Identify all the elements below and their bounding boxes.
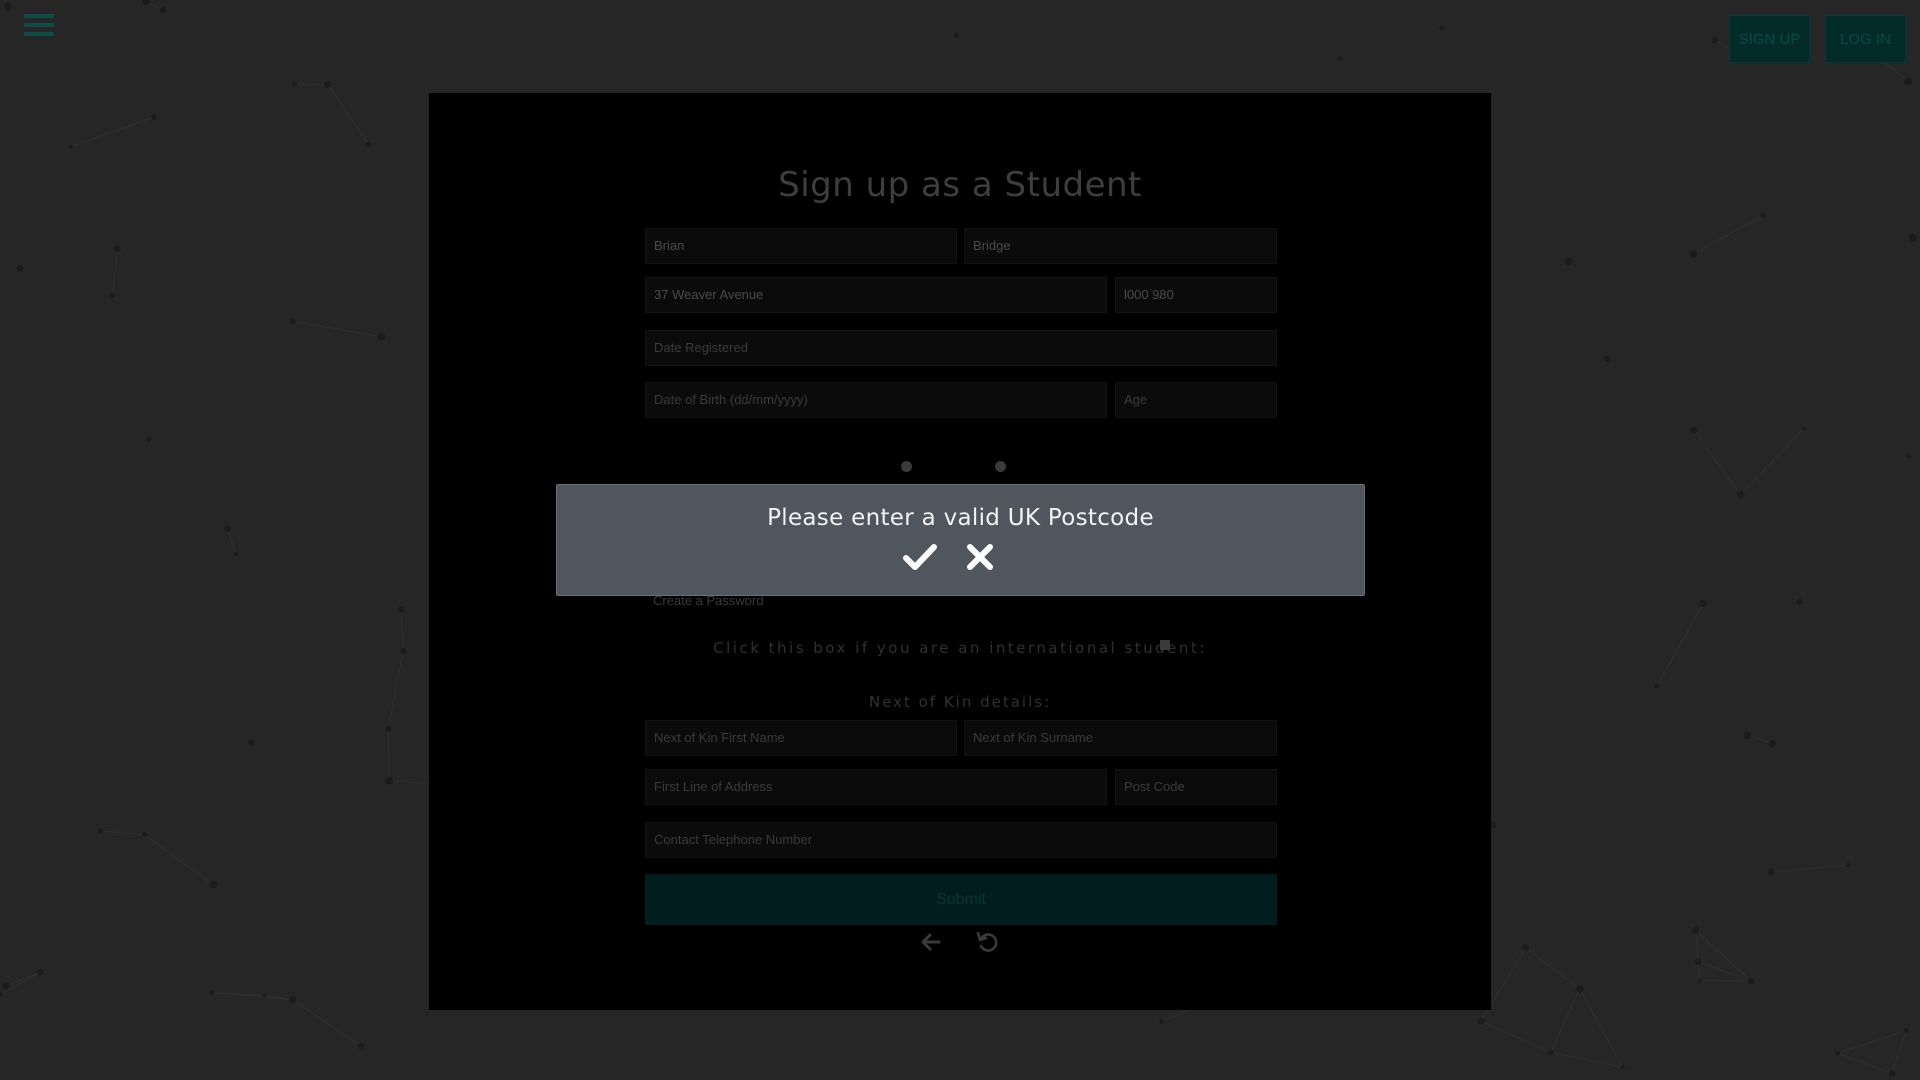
log-in-button[interactable]: LOG IN	[1825, 15, 1906, 63]
sign-up-button[interactable]: SIGN UP	[1729, 15, 1810, 63]
form-title: Sign up as a Student	[778, 165, 1142, 205]
kin-phone-input[interactable]: Contact Telephone Number	[645, 822, 1277, 858]
kin-postcode-input[interactable]: Post Code	[1115, 769, 1277, 805]
undo-icon[interactable]	[975, 930, 999, 954]
radio-option-2[interactable]	[995, 461, 1006, 472]
age-input[interactable]: Age	[1115, 382, 1277, 418]
international-checkbox[interactable]	[1160, 640, 1170, 650]
kin-heading: Next of Kin details:	[868, 693, 1052, 711]
alert-modal: Please enter a valid UK Postcode	[556, 484, 1365, 596]
alert-message: Please enter a valid UK Postcode	[767, 505, 1154, 531]
checkmark-icon[interactable]	[903, 543, 937, 573]
international-label: Click this box if you are an internation…	[713, 639, 1207, 657]
arrow-left-icon[interactable]	[919, 930, 943, 954]
address-input[interactable]: 37 Weaver Avenue	[645, 277, 1107, 313]
surname-input[interactable]: Bridge	[964, 228, 1277, 264]
submit-button[interactable]: Submit	[645, 874, 1277, 925]
kin-surname-input[interactable]: Next of Kin Surname	[964, 720, 1277, 756]
date-registered-input[interactable]: Date Registered	[645, 330, 1277, 366]
dob-input[interactable]: Date of Birth (dd/mm/yyyy)	[645, 382, 1107, 418]
hamburger-icon[interactable]	[24, 14, 54, 38]
close-icon[interactable]	[966, 543, 994, 571]
radio-option-1[interactable]	[901, 461, 912, 472]
first-name-input[interactable]: Brian	[645, 228, 957, 264]
kin-first-name-input[interactable]: Next of Kin First Name	[645, 720, 957, 756]
postcode-input[interactable]: l000 980	[1115, 277, 1277, 313]
kin-address-input[interactable]: First Line of Address	[645, 769, 1107, 805]
